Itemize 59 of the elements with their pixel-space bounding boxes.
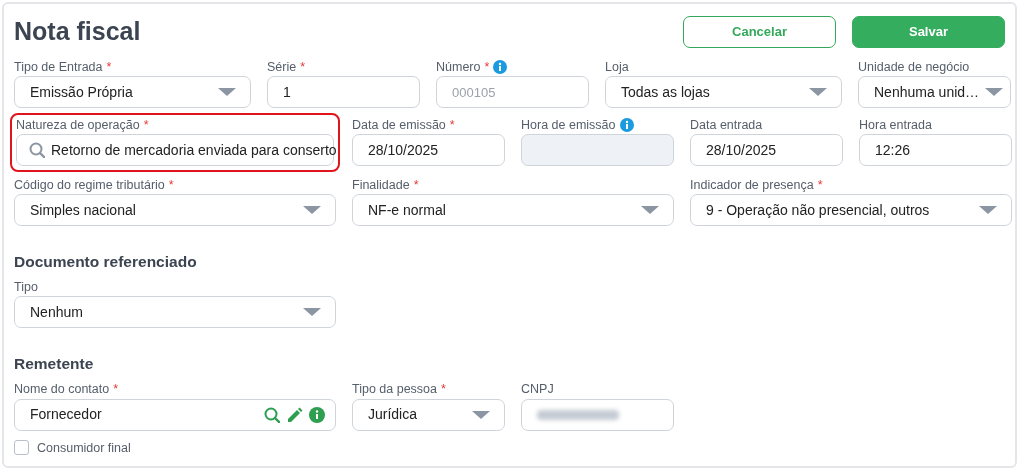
field-label: Tipo: [14, 278, 38, 296]
caret-icon[interactable]: [641, 206, 659, 214]
field-label: Natureza de operação: [16, 116, 140, 134]
required-mark: *: [106, 58, 112, 76]
checkbox-label: Consumidor final: [37, 439, 131, 457]
caret-icon[interactable]: [979, 206, 997, 214]
select-field[interactable]: 9 - Operação não presencial, outros: [690, 194, 1012, 226]
select-field[interactable]: Jurídica: [352, 398, 505, 431]
search-icon: [29, 142, 45, 158]
input-field[interactable]: 28/10/2025: [690, 134, 843, 166]
required-mark: *: [484, 58, 490, 76]
info-icon[interactable]: [309, 406, 325, 423]
select-field[interactable]: Simples nacional: [14, 194, 336, 226]
select-field[interactable]: Nenhuma unid…: [858, 76, 1011, 108]
field-label: Nome do contato: [14, 381, 110, 399]
pencil-icon[interactable]: [286, 406, 303, 423]
checkbox[interactable]: [14, 440, 29, 456]
field-label: Indicador de presença: [690, 176, 814, 194]
section-heading: Remetente: [14, 354, 95, 375]
field-label: CNPJ: [521, 381, 554, 399]
required-mark: *: [441, 381, 446, 399]
required-mark: *: [113, 381, 119, 399]
select-field[interactable]: Emissão Própria: [14, 76, 251, 108]
select-field[interactable]: Nenhum: [14, 296, 336, 329]
field-label: Hora de emissão: [521, 116, 616, 134]
input-field[interactable]: 28/10/2025: [352, 134, 505, 166]
select-field[interactable]: Todas as lojas: [605, 76, 842, 108]
field-label: Hora entrada: [859, 116, 932, 134]
input-field[interactable]: Fornecedor: [14, 398, 336, 431]
search-icon[interactable]: [264, 406, 280, 423]
page-title: Nota fiscal: [14, 16, 141, 46]
input-field[interactable]: 12:26: [859, 134, 1012, 166]
field-label: Unidade de negócio: [858, 58, 970, 76]
required-mark: *: [300, 58, 306, 76]
caret-icon[interactable]: [809, 88, 827, 96]
caret-icon[interactable]: [303, 206, 321, 214]
select-field[interactable]: NF-e normal: [352, 194, 674, 226]
required-mark: *: [168, 176, 174, 194]
caret-icon[interactable]: [218, 88, 236, 96]
caret-icon[interactable]: [303, 308, 321, 317]
section-heading: Documento referenciado: [14, 252, 198, 272]
required-mark: *: [449, 116, 455, 134]
field-label: Data de emissão: [352, 116, 446, 134]
input-field[interactable]: 1: [267, 76, 420, 108]
field-label: Tipo de Entrada: [14, 58, 103, 76]
field-label: Finalidade: [352, 176, 410, 194]
caret-icon[interactable]: [472, 410, 490, 419]
field-label: Data entrada: [690, 116, 763, 134]
caret-icon[interactable]: [985, 88, 1004, 96]
required-mark: *: [413, 176, 419, 194]
field-label: Loja: [605, 58, 629, 76]
input-field[interactable]: [521, 398, 674, 431]
search-field[interactable]: Retorno de mercadoria enviada para conserto: [16, 134, 334, 166]
required-mark: *: [143, 116, 149, 134]
field-label: Número: [436, 58, 481, 76]
field-label: Tipo da pessoa: [352, 381, 437, 399]
field-label: Série: [267, 58, 297, 76]
field-label: Código do regime tributário: [14, 176, 165, 194]
required-mark: *: [817, 176, 823, 194]
